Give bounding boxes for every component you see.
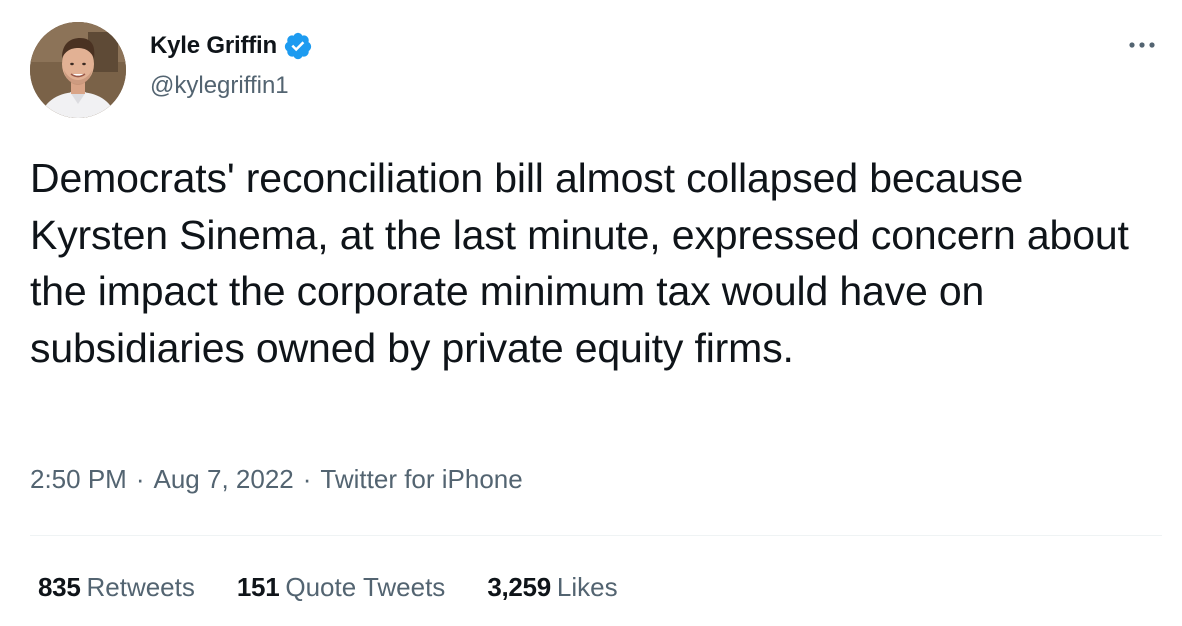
tweet-text: Democrats' reconciliation bill almost co… [30,155,1129,371]
divider [30,535,1162,536]
quote-tweets-label: Quote Tweets [285,572,446,602]
quote-tweets-stat[interactable]: 151 Quote Tweets [237,572,445,603]
avatar-image [30,22,126,118]
verified-badge-icon [283,31,313,61]
tweet-source[interactable]: Twitter for iPhone [320,464,522,495]
likes-stat[interactable]: 3,259 Likes [487,572,617,603]
name-row: Kyle Griffin [150,30,313,62]
more-options-icon[interactable] [1122,30,1162,60]
tweet-date[interactable]: Aug 7, 2022 [154,464,294,495]
meta-separator: · [135,464,145,494]
author-info: Kyle Griffin @kylegriffin1 [150,30,313,100]
tweet-card: Kyle Griffin @kylegriffin1 Democrats' re… [0,0,1182,626]
quote-tweets-count: 151 [236,572,280,602]
tweet-time[interactable]: 2:50 PM [30,464,127,495]
likes-count: 3,259 [487,572,551,602]
retweets-count: 835 [38,572,81,602]
retweets-stat[interactable]: 835 Retweets [38,572,195,603]
tweet-meta: 2:50 PM · Aug 7, 2022 · Twitter for iPho… [30,464,523,495]
retweets-label: Retweets [86,572,195,602]
display-name[interactable]: Kyle Griffin [150,32,277,60]
meta-separator: · [302,464,312,494]
avatar[interactable] [30,22,126,118]
likes-label: Likes [556,572,618,602]
handle[interactable]: @kylegriffin1 [150,72,313,100]
tweet-stats: 835 Retweets 151 Quote Tweets 3,259 Like… [38,572,660,603]
